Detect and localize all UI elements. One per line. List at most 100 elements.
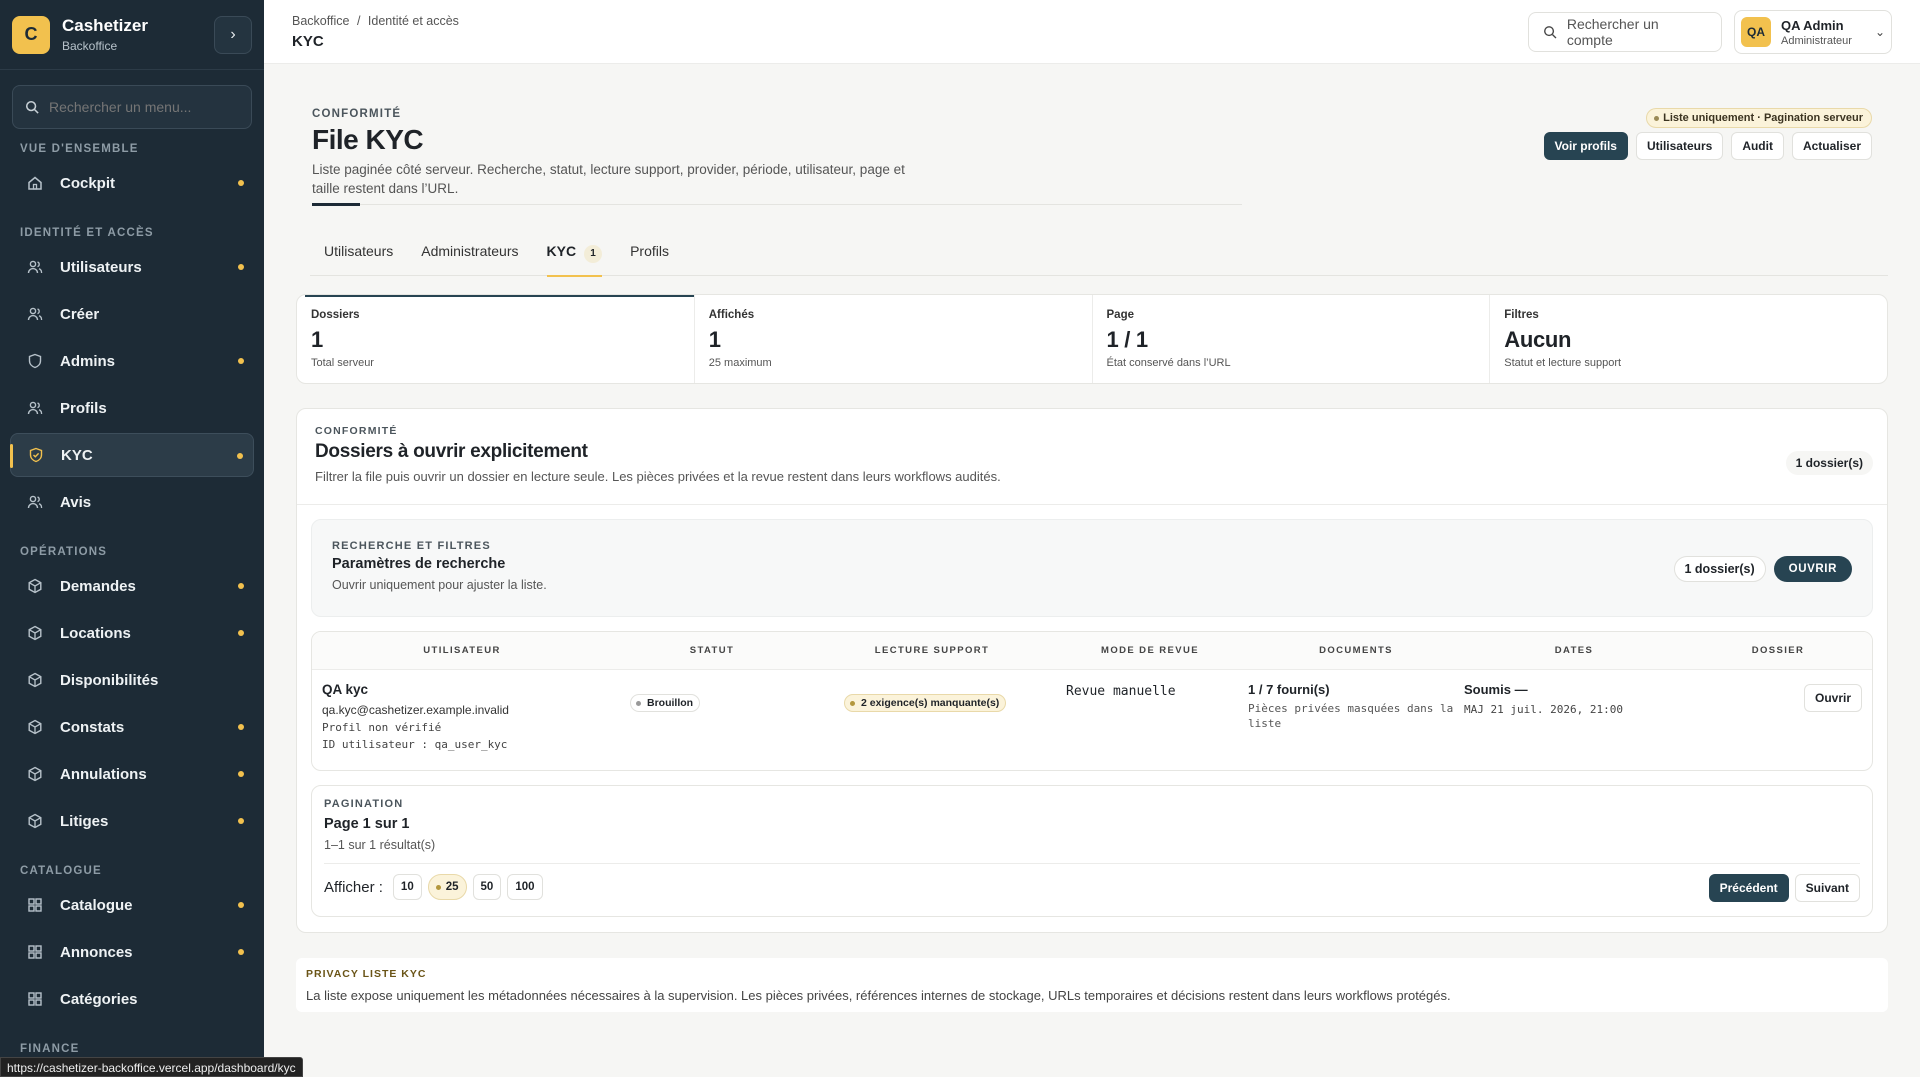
column-header-user: Utilisateur: [423, 645, 501, 656]
filters-title: Paramètres de recherche: [332, 556, 506, 572]
page-size-10[interactable]: 10: [392, 874, 422, 900]
stat-label: Page: [1106, 309, 1135, 321]
sidebar-item-kyc[interactable]: KYC: [10, 433, 254, 477]
stat-label: Filtres: [1504, 309, 1539, 321]
menu-search[interactable]: [12, 85, 252, 129]
menu-search-input[interactable]: [49, 99, 229, 115]
open-dossier-button[interactable]: Ouvrir: [1803, 684, 1862, 712]
privacy-notice: Privacy liste KYC La liste expose unique…: [296, 958, 1888, 1012]
tabs: Utilisateurs Administrateurs KYC 1 Profil…: [310, 226, 1888, 277]
cell-status: Brouillon: [612, 682, 812, 770]
breadcrumb-separator: /: [356, 14, 361, 28]
sidebar-item-label: Litiges: [60, 812, 109, 830]
submitted-date: Soumis —: [1464, 682, 1528, 697]
search-icon: [1544, 26, 1557, 39]
hero-actions: Voir profils Utilisateurs Audit Actualis…: [1543, 132, 1872, 160]
topbar: Backoffice / Identité et accès KYC Reche…: [264, 0, 1920, 64]
cube-icon: [26, 624, 44, 642]
main-content: Conformité File KYC Liste paginée côté s…: [264, 64, 1920, 1077]
account-search-button[interactable]: Rechercher un compte: [1528, 12, 1722, 52]
open-filters-button[interactable]: OUVRIR: [1773, 556, 1852, 582]
sidebar-item-utilisateurs[interactable]: Utilisateurs: [10, 245, 254, 289]
shield-check-icon: [27, 446, 45, 464]
sidebar-section-title: Finance: [20, 1043, 80, 1055]
panel-header: Conformité Dossiers à ouvrir expliciteme…: [297, 409, 1887, 505]
refresh-button[interactable]: Actualiser: [1791, 132, 1872, 160]
notification-dot: [238, 771, 244, 777]
sidebar-item-annonces[interactable]: Annonces: [10, 930, 254, 974]
stat-label: Dossiers: [311, 309, 360, 321]
stat-filters: Filtres Aucun Statut et lecture support: [1490, 295, 1887, 383]
sidebar-item-label: Admins: [60, 352, 116, 370]
breadcrumb-item[interactable]: Backoffice: [292, 14, 349, 28]
breadcrumb-item[interactable]: Identité et accès: [368, 14, 459, 28]
sidebar-item-locations[interactable]: Locations: [10, 611, 254, 655]
page-size-50[interactable]: 50: [472, 874, 502, 900]
sidebar-item-disponibilites[interactable]: Disponibilités: [10, 658, 254, 702]
pagination: Pagination Page 1 sur 1 1–1 sur 1 résult…: [311, 785, 1873, 917]
cube-icon: [26, 765, 44, 783]
sidebar-section-title: Catalogue: [20, 865, 102, 877]
page-title: KYC: [292, 33, 324, 50]
users-icon: [26, 305, 44, 323]
previous-page-button[interactable]: Précédent: [1708, 874, 1789, 902]
privacy-text: La liste expose uniquement les métadonné…: [306, 988, 1451, 1003]
sidebar-item-annulations[interactable]: Annulations: [10, 752, 254, 796]
tab-count-badge: 1: [584, 245, 603, 263]
hero: Conformité File KYC Liste paginée côté s…: [312, 108, 932, 198]
sidebar-item-constats[interactable]: Constats: [10, 705, 254, 749]
notification-dot: [238, 818, 244, 824]
sidebar-section-title: Identité et accès: [20, 227, 154, 239]
notification-dot: [238, 949, 244, 955]
profile-status: Profil non vérifié: [322, 721, 442, 734]
user-id: ID utilisateur : qa_user_kyc: [322, 738, 508, 751]
support-dot: [850, 700, 855, 706]
stats-cards: Dossiers 1 Total serveur Affichés 1 25 m…: [296, 294, 1888, 384]
tab-label: Administrateurs: [421, 243, 519, 259]
panel-description: Filtrer la file puis ouvrir un dossier e…: [315, 469, 1001, 484]
sidebar-item-categories[interactable]: Catégories: [10, 977, 254, 1021]
shield-icon: [26, 352, 44, 370]
avatar: QA: [1741, 17, 1771, 47]
view-profiles-button[interactable]: Voir profils: [1543, 132, 1628, 160]
dossier-count-badge: 1 dossier(s): [1785, 451, 1873, 475]
cell-user: QA kyc qa.kyc@cashetizer.example.invalid…: [312, 682, 612, 770]
tab-profiles[interactable]: Profils: [616, 226, 683, 276]
audit-button[interactable]: Audit: [1731, 132, 1784, 160]
sidebar-nav: Vue d'ensemble Cockpit Identité et accès Ut…: [0, 143, 264, 1055]
sidebar-item-admins[interactable]: Admins: [10, 339, 254, 383]
tab-administrators[interactable]: Administrateurs: [407, 226, 532, 276]
sidebar-section-title: Opérations: [20, 546, 108, 558]
sidebar-item-litiges[interactable]: Litiges: [10, 799, 254, 843]
sidebar-item-cockpit[interactable]: Cockpit: [10, 161, 254, 205]
tab-kyc[interactable]: KYC 1: [533, 226, 617, 277]
page-size-25[interactable]: 25: [427, 874, 467, 900]
notification-dot: [238, 630, 244, 636]
sidebar-item-catalogue[interactable]: Catalogue: [10, 883, 254, 927]
users-button[interactable]: Utilisateurs: [1635, 132, 1724, 160]
next-page-button[interactable]: Suivant: [1794, 874, 1860, 902]
sidebar-item-creer[interactable]: Créer: [10, 292, 254, 336]
user-role: Administrateur: [1781, 34, 1852, 47]
column-header-dossier: Dossier: [1751, 645, 1805, 656]
account-search-label: Rechercher un compte: [1566, 16, 1659, 48]
filters-eyebrow: Recherche et filtres: [332, 540, 491, 552]
sidebar-item-label: Cockpit: [60, 174, 116, 192]
user-menu[interactable]: QA QA Admin Administrateur ⌄: [1734, 10, 1892, 54]
stat-displayed: Affichés 1 25 maximum: [695, 295, 1093, 383]
page-size-100[interactable]: 100: [507, 874, 543, 900]
user-email: qa.kyc@cashetizer.example.invalid: [322, 703, 509, 717]
search-icon: [25, 100, 39, 114]
column-header-status: Statut: [689, 645, 735, 656]
sidebar-item-demandes[interactable]: Demandes: [10, 564, 254, 608]
stat-sub: État conservé dans l’URL: [1106, 357, 1231, 369]
notification-dot: [238, 583, 244, 589]
sidebar-toggle-button[interactable]: ›: [214, 15, 252, 54]
status-dot: [636, 700, 641, 706]
page-size-selector: Afficher : 10 25 50 100: [324, 874, 543, 900]
sidebar-item-profils[interactable]: Profils: [10, 386, 254, 430]
filters-description: Ouvrir uniquement pour ajuster la liste.: [332, 578, 547, 592]
sidebar-item-avis[interactable]: Avis: [10, 480, 254, 524]
tab-users[interactable]: Utilisateurs: [310, 226, 407, 276]
stat-value: 1 / 1: [1106, 327, 1149, 352]
